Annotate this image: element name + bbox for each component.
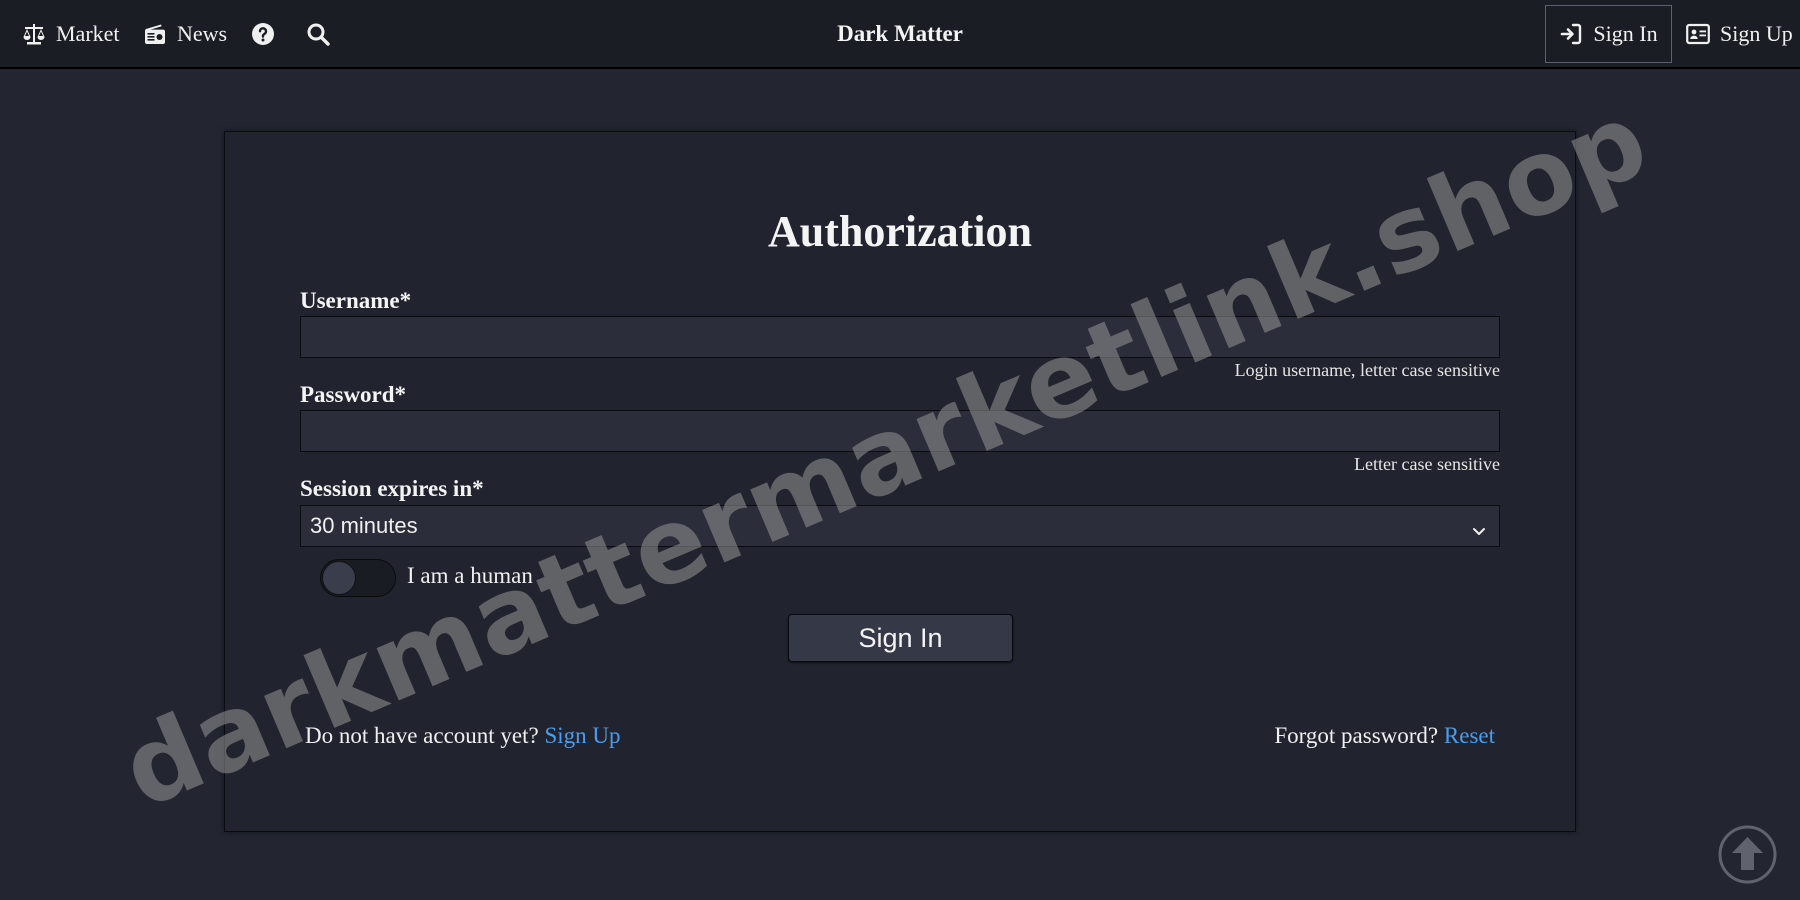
password-label: Password* xyxy=(300,382,407,407)
reset-link[interactable]: Reset xyxy=(1444,723,1495,748)
search-icon xyxy=(306,22,330,46)
nav-market-label: Market xyxy=(56,20,120,46)
top-navbar: Market News Dark Matter Sign In Sign Up xyxy=(0,0,1800,69)
nav-news-label: News xyxy=(177,20,228,46)
nav-help-link[interactable] xyxy=(251,0,275,67)
signup-prompt: Do not have account yet? Sign Up xyxy=(305,723,621,749)
forgot-password-text: Forgot password? xyxy=(1274,723,1439,748)
nav-market-link[interactable]: Market xyxy=(22,0,120,67)
reset-prompt: Forgot password? Reset xyxy=(1274,723,1495,749)
username-label: Username* xyxy=(300,288,412,313)
password-input[interactable] xyxy=(300,410,1500,452)
session-selected-value: 30 minutes xyxy=(310,513,418,538)
brand-title[interactable]: Dark Matter xyxy=(700,0,1100,67)
username-hint: Login username, letter case sensitive xyxy=(1234,360,1500,380)
sign-in-button[interactable]: Sign In xyxy=(788,614,1013,662)
scales-icon xyxy=(22,22,46,46)
session-label: Session expires in* xyxy=(300,476,484,501)
nav-news-link[interactable]: News xyxy=(143,0,227,67)
arrow-up-circle-icon xyxy=(1718,825,1777,888)
scroll-to-top-button[interactable] xyxy=(1718,825,1777,884)
nav-signup-button[interactable]: Sign Up xyxy=(1686,0,1793,67)
session-select[interactable]: 30 minutes xyxy=(300,505,1500,547)
nav-search-link[interactable] xyxy=(306,0,330,67)
toggle-knob xyxy=(322,561,356,595)
page-title: Authorization xyxy=(768,207,1032,256)
sign-in-icon xyxy=(1559,22,1583,46)
no-account-text: Do not have account yet? xyxy=(305,723,539,748)
chevron-down-icon xyxy=(1471,519,1487,545)
username-input[interactable] xyxy=(300,316,1500,358)
id-card-icon xyxy=(1686,23,1710,45)
password-hint: Letter case sensitive xyxy=(1354,454,1500,474)
question-circle-icon xyxy=(251,22,275,46)
radio-icon xyxy=(143,22,167,46)
authorization-card: Authorization Username* Login username, … xyxy=(224,131,1576,832)
nav-signin-button[interactable]: Sign In xyxy=(1545,5,1672,63)
nav-signup-label: Sign Up xyxy=(1720,20,1793,46)
human-toggle-label: I am a human xyxy=(407,563,533,588)
nav-signin-label: Sign In xyxy=(1593,21,1658,46)
signup-link[interactable]: Sign Up xyxy=(545,723,621,748)
human-toggle[interactable] xyxy=(320,559,396,597)
